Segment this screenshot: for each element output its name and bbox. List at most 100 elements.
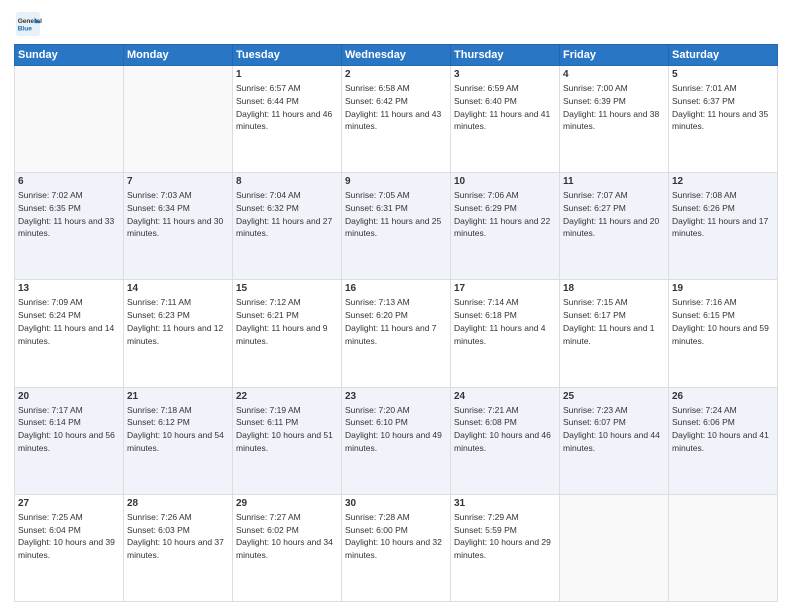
day-info-line: Sunrise: 7:07 AM <box>563 189 665 202</box>
week-row-4: 20Sunrise: 7:17 AMSunset: 6:14 PMDayligh… <box>15 387 778 494</box>
day-info-line: Sunrise: 7:21 AM <box>454 404 556 417</box>
day-info-line: Sunrise: 7:00 AM <box>563 82 665 95</box>
day-info-line: Daylight: 11 hours and 25 minutes. <box>345 215 447 241</box>
day-info-line: Sunrise: 7:24 AM <box>672 404 774 417</box>
week-row-3: 13 Sunrise: 7:09 AMSunset: 6:24 PMDayligh… <box>15 280 778 387</box>
day-cell: 20Sunrise: 7:17 AMSunset: 6:14 PMDayligh… <box>15 387 124 494</box>
day-info-line: Sunset: 5:59 PM <box>454 524 556 537</box>
day-info: Sunrise: 7:20 AMSunset: 6:10 PMDaylight:… <box>345 404 447 455</box>
day-info-line: Sunset: 6:14 PM <box>18 416 120 429</box>
day-info: Sunrise: 7:05 AMSunset: 6:31 PMDaylight:… <box>345 189 447 240</box>
day-info-line: Daylight: 10 hours and 49 minutes. <box>345 429 447 455</box>
day-info-line: Daylight: 11 hours and 27 minutes. <box>236 215 338 241</box>
day-info-line: Sunset: 6:11 PM <box>236 416 338 429</box>
day-info-line: Sunrise: 7:19 AM <box>236 404 338 417</box>
day-cell: 10Sunrise: 7:06 AMSunset: 6:29 PMDayligh… <box>451 173 560 280</box>
day-cell: 24Sunrise: 7:21 AMSunset: 6:08 PMDayligh… <box>451 387 560 494</box>
calendar-header-row: SundayMondayTuesdayWednesdayThursdayFrid… <box>15 45 778 66</box>
day-info-line: Daylight: 11 hours and 22 minutes. <box>454 215 556 241</box>
day-info-line: Sunset: 6:20 PM <box>345 309 447 322</box>
day-info-line: Daylight: 10 hours and 32 minutes. <box>345 536 447 562</box>
day-info-line: Sunrise: 7:26 AM <box>127 511 229 524</box>
day-cell <box>124 66 233 173</box>
day-cell: 2 Sunrise: 6:58 AMSunset: 6:42 PMDaylight… <box>342 66 451 173</box>
col-header-saturday: Saturday <box>669 45 778 66</box>
col-header-wednesday: Wednesday <box>342 45 451 66</box>
day-cell: 23Sunrise: 7:20 AMSunset: 6:10 PMDayligh… <box>342 387 451 494</box>
day-info-line: Sunset: 6:10 PM <box>345 416 447 429</box>
day-info-line: Daylight: 11 hours and 20 minutes. <box>563 215 665 241</box>
day-info: Sunrise: 7:06 AMSunset: 6:29 PMDaylight:… <box>454 189 556 240</box>
day-info-line: Sunrise: 7:25 AM <box>18 511 120 524</box>
page: General Blue SundayMondayTuesdayWednesda… <box>0 0 792 612</box>
day-info-line: Sunset: 6:00 PM <box>345 524 447 537</box>
day-number: 25 <box>563 391 665 402</box>
day-number: 28 <box>127 498 229 509</box>
day-info: Sunrise: 7:19 AMSunset: 6:11 PMDaylight:… <box>236 404 338 455</box>
day-info: Sunrise: 7:02 AMSunset: 6:35 PMDaylight:… <box>18 189 120 240</box>
day-cell: 26Sunrise: 7:24 AMSunset: 6:06 PMDayligh… <box>669 387 778 494</box>
day-info-line: Sunset: 6:35 PM <box>18 202 120 215</box>
day-cell: 15Sunrise: 7:12 AMSunset: 6:21 PMDayligh… <box>233 280 342 387</box>
day-cell: 28Sunrise: 7:26 AMSunset: 6:03 PMDayligh… <box>124 494 233 601</box>
day-info-line: Sunrise: 7:11 AM <box>127 296 229 309</box>
day-info-line: Daylight: 11 hours and 46 minutes. <box>236 108 338 134</box>
logo: General Blue <box>14 10 42 38</box>
day-number: 24 <box>454 391 556 402</box>
day-number: 30 <box>345 498 447 509</box>
day-number: 3 <box>454 69 556 80</box>
day-info: Sunrise: 7:23 AMSunset: 6:07 PMDaylight:… <box>563 404 665 455</box>
day-info-line: Sunrise: 7:27 AM <box>236 511 338 524</box>
day-cell: 21Sunrise: 7:18 AMSunset: 6:12 PMDayligh… <box>124 387 233 494</box>
day-info-line: Sunset: 6:24 PM <box>18 309 120 322</box>
day-info-line: Sunset: 6:31 PM <box>345 202 447 215</box>
day-info-line: Sunset: 6:03 PM <box>127 524 229 537</box>
day-info-line: Sunset: 6:29 PM <box>454 202 556 215</box>
col-header-sunday: Sunday <box>15 45 124 66</box>
day-info-line: Sunrise: 6:58 AM <box>345 82 447 95</box>
day-info-line: Sunrise: 6:57 AM <box>236 82 338 95</box>
day-cell: 13 Sunrise: 7:09 AMSunset: 6:24 PMDayligh… <box>15 280 124 387</box>
day-info-line: Sunset: 6:06 PM <box>672 416 774 429</box>
day-info-line: Sunrise: 7:16 AM <box>672 296 774 309</box>
day-info-line: Daylight: 10 hours and 34 minutes. <box>236 536 338 562</box>
day-number: 13 <box>18 283 120 294</box>
day-info-line: Sunrise: 7:18 AM <box>127 404 229 417</box>
day-cell: 25 Sunrise: 7:23 AMSunset: 6:07 PMDayligh… <box>560 387 669 494</box>
day-info-line: Daylight: 11 hours and 30 minutes. <box>127 215 229 241</box>
day-cell: 5Sunrise: 7:01 AMSunset: 6:37 PMDaylight… <box>669 66 778 173</box>
day-cell <box>560 494 669 601</box>
day-info-line: Sunrise: 7:14 AM <box>454 296 556 309</box>
day-info-line: Sunset: 6:18 PM <box>454 309 556 322</box>
header: General Blue <box>14 10 778 38</box>
col-header-monday: Monday <box>124 45 233 66</box>
day-info: Sunrise: 7:00 AMSunset: 6:39 PMDaylight:… <box>563 82 665 133</box>
day-info-line: Sunrise: 7:05 AM <box>345 189 447 202</box>
day-info: Sunrise: 6:58 AMSunset: 6:42 PMDaylight:… <box>345 82 447 133</box>
day-number: 7 <box>127 176 229 187</box>
day-info-line: Sunrise: 7:29 AM <box>454 511 556 524</box>
day-number: 17 <box>454 283 556 294</box>
day-info-line: Sunset: 6:26 PM <box>672 202 774 215</box>
day-cell: 17Sunrise: 7:14 AMSunset: 6:18 PMDayligh… <box>451 280 560 387</box>
day-info-line: Daylight: 10 hours and 59 minutes. <box>672 322 774 348</box>
day-number: 26 <box>672 391 774 402</box>
day-number: 2 <box>345 69 447 80</box>
day-cell: 1 Sunrise: 6:57 AMSunset: 6:44 PMDaylight… <box>233 66 342 173</box>
day-info: Sunrise: 6:59 AMSunset: 6:40 PMDaylight:… <box>454 82 556 133</box>
day-info: Sunrise: 7:27 AMSunset: 6:02 PMDaylight:… <box>236 511 338 562</box>
day-info: Sunrise: 7:09 AMSunset: 6:24 PMDaylight:… <box>18 296 120 347</box>
day-info-line: Sunrise: 7:12 AM <box>236 296 338 309</box>
day-info-line: Sunrise: 7:01 AM <box>672 82 774 95</box>
day-info-line: Daylight: 11 hours and 33 minutes. <box>18 215 120 241</box>
day-info: Sunrise: 7:16 AMSunset: 6:15 PMDaylight:… <box>672 296 774 347</box>
day-info-line: Daylight: 10 hours and 54 minutes. <box>127 429 229 455</box>
day-info-line: Sunrise: 7:17 AM <box>18 404 120 417</box>
day-info: Sunrise: 7:29 AMSunset: 5:59 PMDaylight:… <box>454 511 556 562</box>
day-number: 1 <box>236 69 338 80</box>
day-info-line: Daylight: 11 hours and 14 minutes. <box>18 322 120 348</box>
day-number: 4 <box>563 69 665 80</box>
day-info: Sunrise: 7:04 AMSunset: 6:32 PMDaylight:… <box>236 189 338 240</box>
day-number: 6 <box>18 176 120 187</box>
day-info: Sunrise: 6:57 AMSunset: 6:44 PMDaylight:… <box>236 82 338 133</box>
